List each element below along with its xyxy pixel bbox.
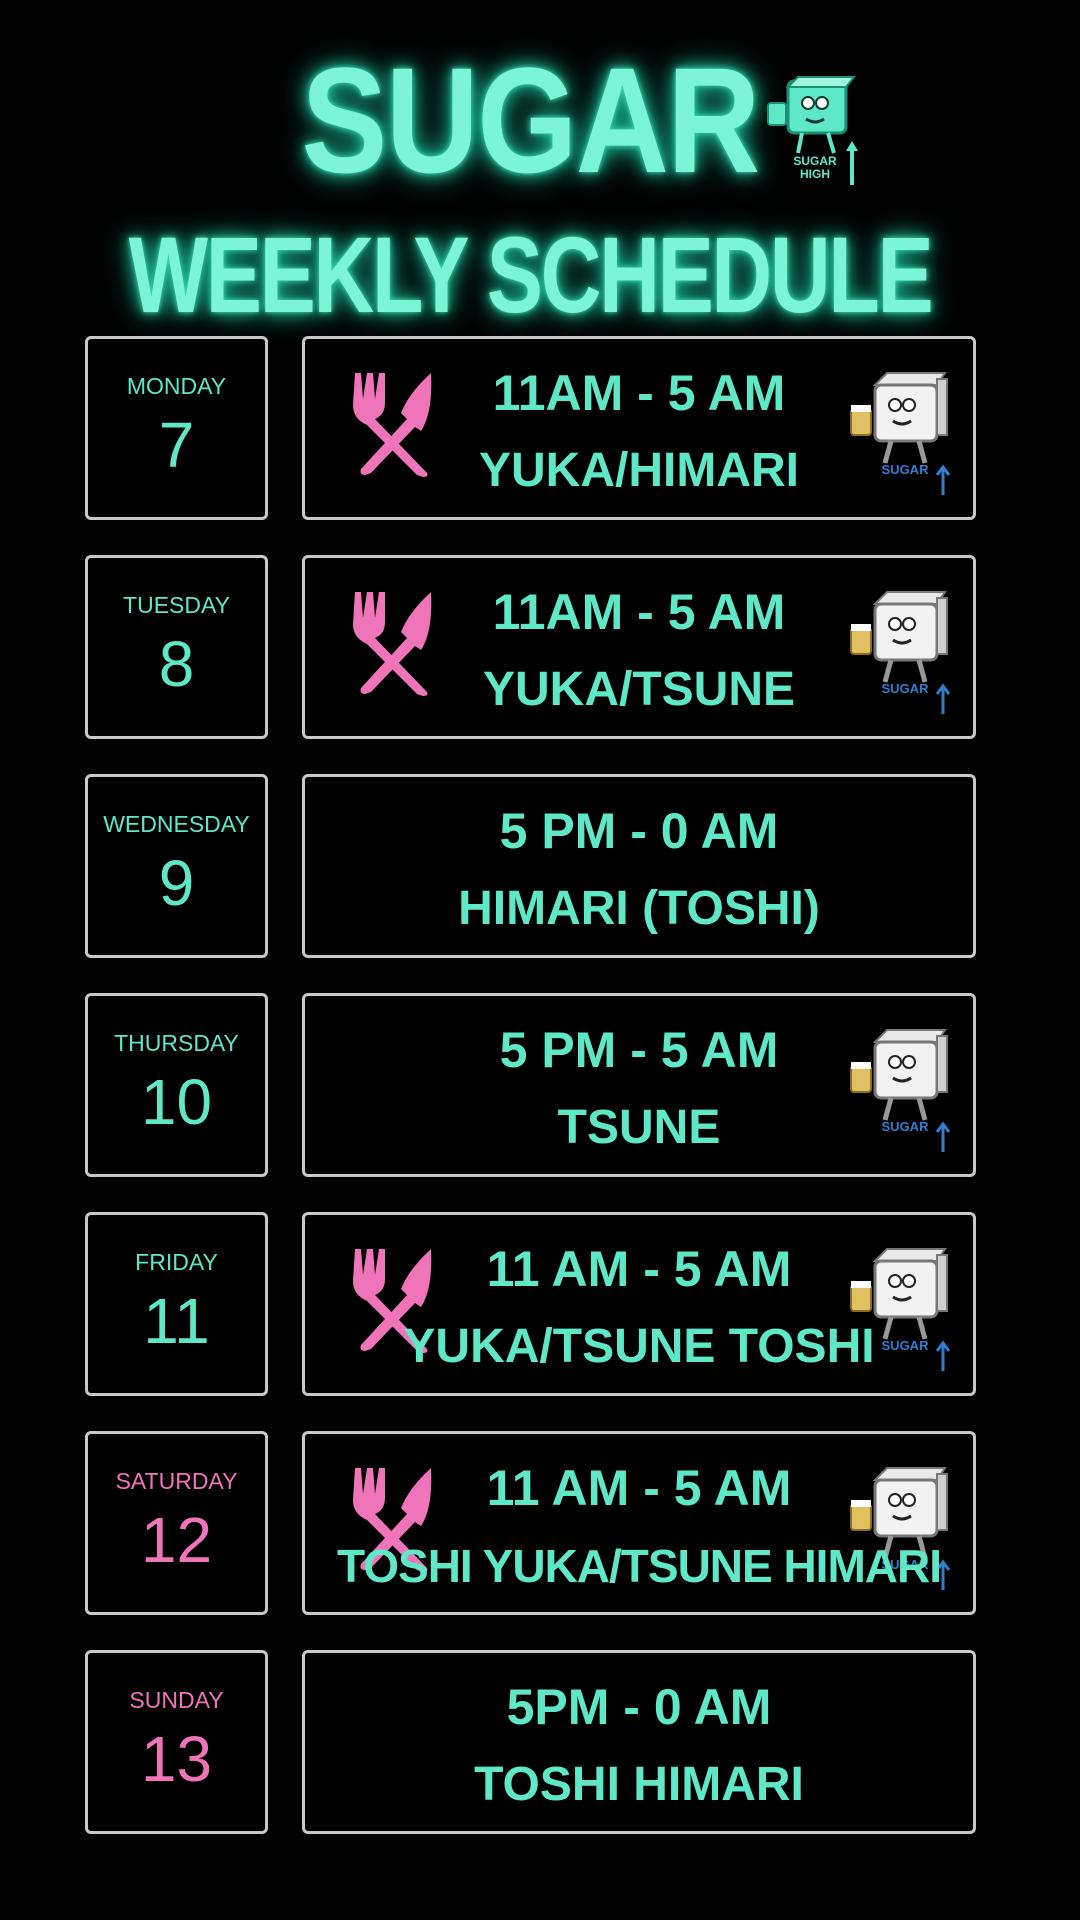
slot-time: 11AM - 5 AM — [492, 365, 786, 421]
day-box-wednesday: WEDNESDAY 9 — [85, 774, 268, 958]
slot-staff: TOSHI YUKA/TSUNE HIMARI — [336, 1540, 942, 1592]
day-name: SUNDAY — [129, 1687, 224, 1713]
slot-time: 5 PM - 5 AM — [499, 1022, 779, 1078]
header: SUGAR WEEKLY SCHEDULE SUGAR HIGH — [0, 20, 1080, 335]
slot-box-sunday: 5PM - 0 AM TOSHI HIMARI — [302, 1650, 976, 1834]
day-box-sunday: SUNDAY 13 — [85, 1650, 268, 1834]
slot-time: 11 AM - 5 AM — [486, 1241, 792, 1297]
sugar-high-logo-icon: SUGAR HIGH — [762, 75, 862, 195]
day-date: 7 — [158, 409, 195, 481]
day-date: 12 — [140, 1504, 213, 1576]
slot-time: 11AM - 5 AM — [492, 584, 786, 640]
slot-staff: YUKA/HIMARI — [479, 444, 799, 497]
slot-staff: YUKA/TSUNE TOSHI — [403, 1320, 875, 1373]
slot-box-thursday: SUGAR 5 PM - 5 AM TSUNE — [302, 993, 976, 1177]
day-name: MONDAY — [126, 373, 227, 399]
day-name: SATURDAY — [115, 1468, 238, 1494]
slot-time: 5 PM - 0 AM — [499, 803, 779, 859]
day-date: 11 — [143, 1285, 210, 1357]
slot-time: 5PM - 0 AM — [506, 1679, 772, 1735]
day-name: FRIDAY — [135, 1249, 218, 1275]
day-name: THURSDAY — [114, 1030, 239, 1056]
logo-text: SUGAR HIGH — [793, 154, 837, 181]
day-name: WEDNESDAY — [103, 811, 250, 837]
day-name: TUESDAY — [123, 592, 230, 618]
page-subtitle: WEEKLY SCHEDULE — [128, 214, 934, 335]
schedule-page: SUGAR WEEKLY SCHEDULE SUGAR HIGH MONDAY 7… — [0, 0, 1080, 1920]
day-box-thursday: THURSDAY 10 — [85, 993, 268, 1177]
slot-box-tuesday: SUGAR 11AM - 5 AM YUKA/TSUNE — [302, 555, 976, 739]
slot-box-friday: SUGAR 11 AM - 5 AM YUKA/TSUNE TOSHI — [302, 1212, 976, 1396]
day-box-tuesday: TUESDAY 8 — [85, 555, 268, 739]
day-date: 10 — [140, 1066, 213, 1138]
slot-staff: HIMARI (TOSHI) — [458, 882, 820, 935]
slot-box-monday: SUGAR 11AM - 5 AM YUKA/HIMARI — [302, 336, 976, 520]
slot-staff: TSUNE — [557, 1101, 721, 1154]
slot-staff: YUKA/TSUNE — [482, 663, 796, 716]
slot-box-saturday: SUGAR 11 AM - 5 AM TOSHI YUKA/TSUNE HIMARI — [302, 1431, 976, 1615]
day-date: 8 — [158, 628, 195, 700]
slot-box-wednesday: 5 PM - 0 AM HIMARI (TOSHI) — [302, 774, 976, 958]
day-box-saturday: SATURDAY 12 — [85, 1431, 268, 1615]
slot-staff: TOSHI HIMARI — [474, 1758, 804, 1811]
day-box-monday: MONDAY 7 — [85, 336, 268, 520]
slot-time: 11 AM - 5 AM — [486, 1460, 792, 1516]
day-date: 13 — [140, 1723, 213, 1795]
day-box-friday: FRIDAY 11 — [85, 1212, 268, 1396]
day-date: 9 — [158, 847, 195, 919]
